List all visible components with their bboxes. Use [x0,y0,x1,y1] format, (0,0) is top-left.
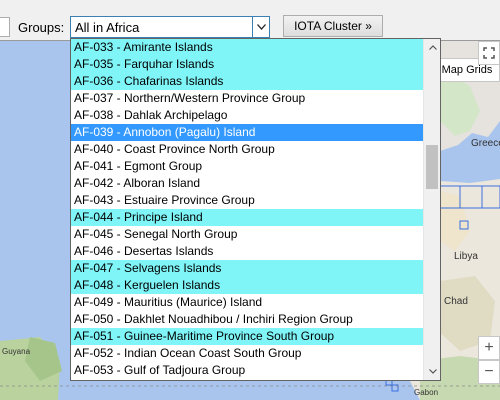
list-item[interactable]: AF-042 - Alboran Island [71,175,424,192]
map-label-libya: Libya [454,251,478,262]
groups-select-value: All in Africa [75,20,140,35]
map-label-guyana: Guyana [2,347,31,356]
list-item[interactable]: AF-052 - Indian Ocean Coast South Group [71,345,424,362]
left-panel-edge [0,17,10,37]
list-item[interactable]: AF-033 - Amirante Islands [71,39,424,56]
groups-label: Groups: [18,20,65,35]
groups-select[interactable]: All in Africa [70,16,270,38]
list-item[interactable]: AF-043 - Estuaire Province Group [71,192,424,209]
zoom-out-button[interactable]: − [478,360,500,384]
scroll-thumb[interactable] [426,145,438,189]
list-item[interactable]: AF-037 - Northern/Western Province Group [71,90,424,107]
list-item[interactable]: AF-048 - Kerguelen Islands [71,277,424,294]
map-label-chad: Chad [444,296,468,307]
list-item[interactable]: AF-035 - Farquhar Islands [71,56,424,73]
map-label-greece: Greece [471,138,500,149]
groups-dropdown-list[interactable]: AF-033 - Amirante Islands AF-035 - Farquh… [70,38,441,381]
list-item[interactable]: AF-036 - Chafarinas Islands [71,73,424,90]
list-item[interactable]: AF-053 - Gulf of Tadjoura Group [71,362,424,379]
list-scrollbar[interactable] [423,39,440,380]
scroll-down-icon[interactable] [424,363,440,380]
list-item[interactable]: AF-040 - Coast Province North Group [71,141,424,158]
list-item[interactable]: AF-039 - Annobon (Pagalu) Island [71,124,424,141]
scroll-up-icon[interactable] [424,39,440,56]
chevron-down-icon[interactable] [252,17,269,37]
list-item[interactable]: AF-047 - Selvagens Islands [71,260,424,277]
list-item[interactable]: AF-045 - Senegal North Group [71,226,424,243]
list-item[interactable]: AF-049 - Mauritius (Maurice) Island [71,294,424,311]
list-item[interactable]: AF-044 - Principe Island [71,209,424,226]
fullscreen-icon[interactable] [478,41,500,65]
list-item[interactable]: AF-041 - Egmont Group [71,158,424,175]
list-item[interactable]: AF-046 - Desertas Islands [71,243,424,260]
zoom-in-button[interactable]: + [478,336,500,360]
list-item[interactable]: AF-038 - Dahlak Archipelago [71,107,424,124]
toolbar: Groups: All in Africa IOTA Cluster » [0,0,500,40]
map-label-gabon: Gabon [414,388,439,397]
iota-cluster-button[interactable]: IOTA Cluster » [283,15,383,37]
list-item[interactable]: AF-050 - Dakhlet Nouadhibou / Inchiri Re… [71,311,424,328]
list-item[interactable]: AF-051 - Guinee-Maritime Province South … [71,328,424,345]
